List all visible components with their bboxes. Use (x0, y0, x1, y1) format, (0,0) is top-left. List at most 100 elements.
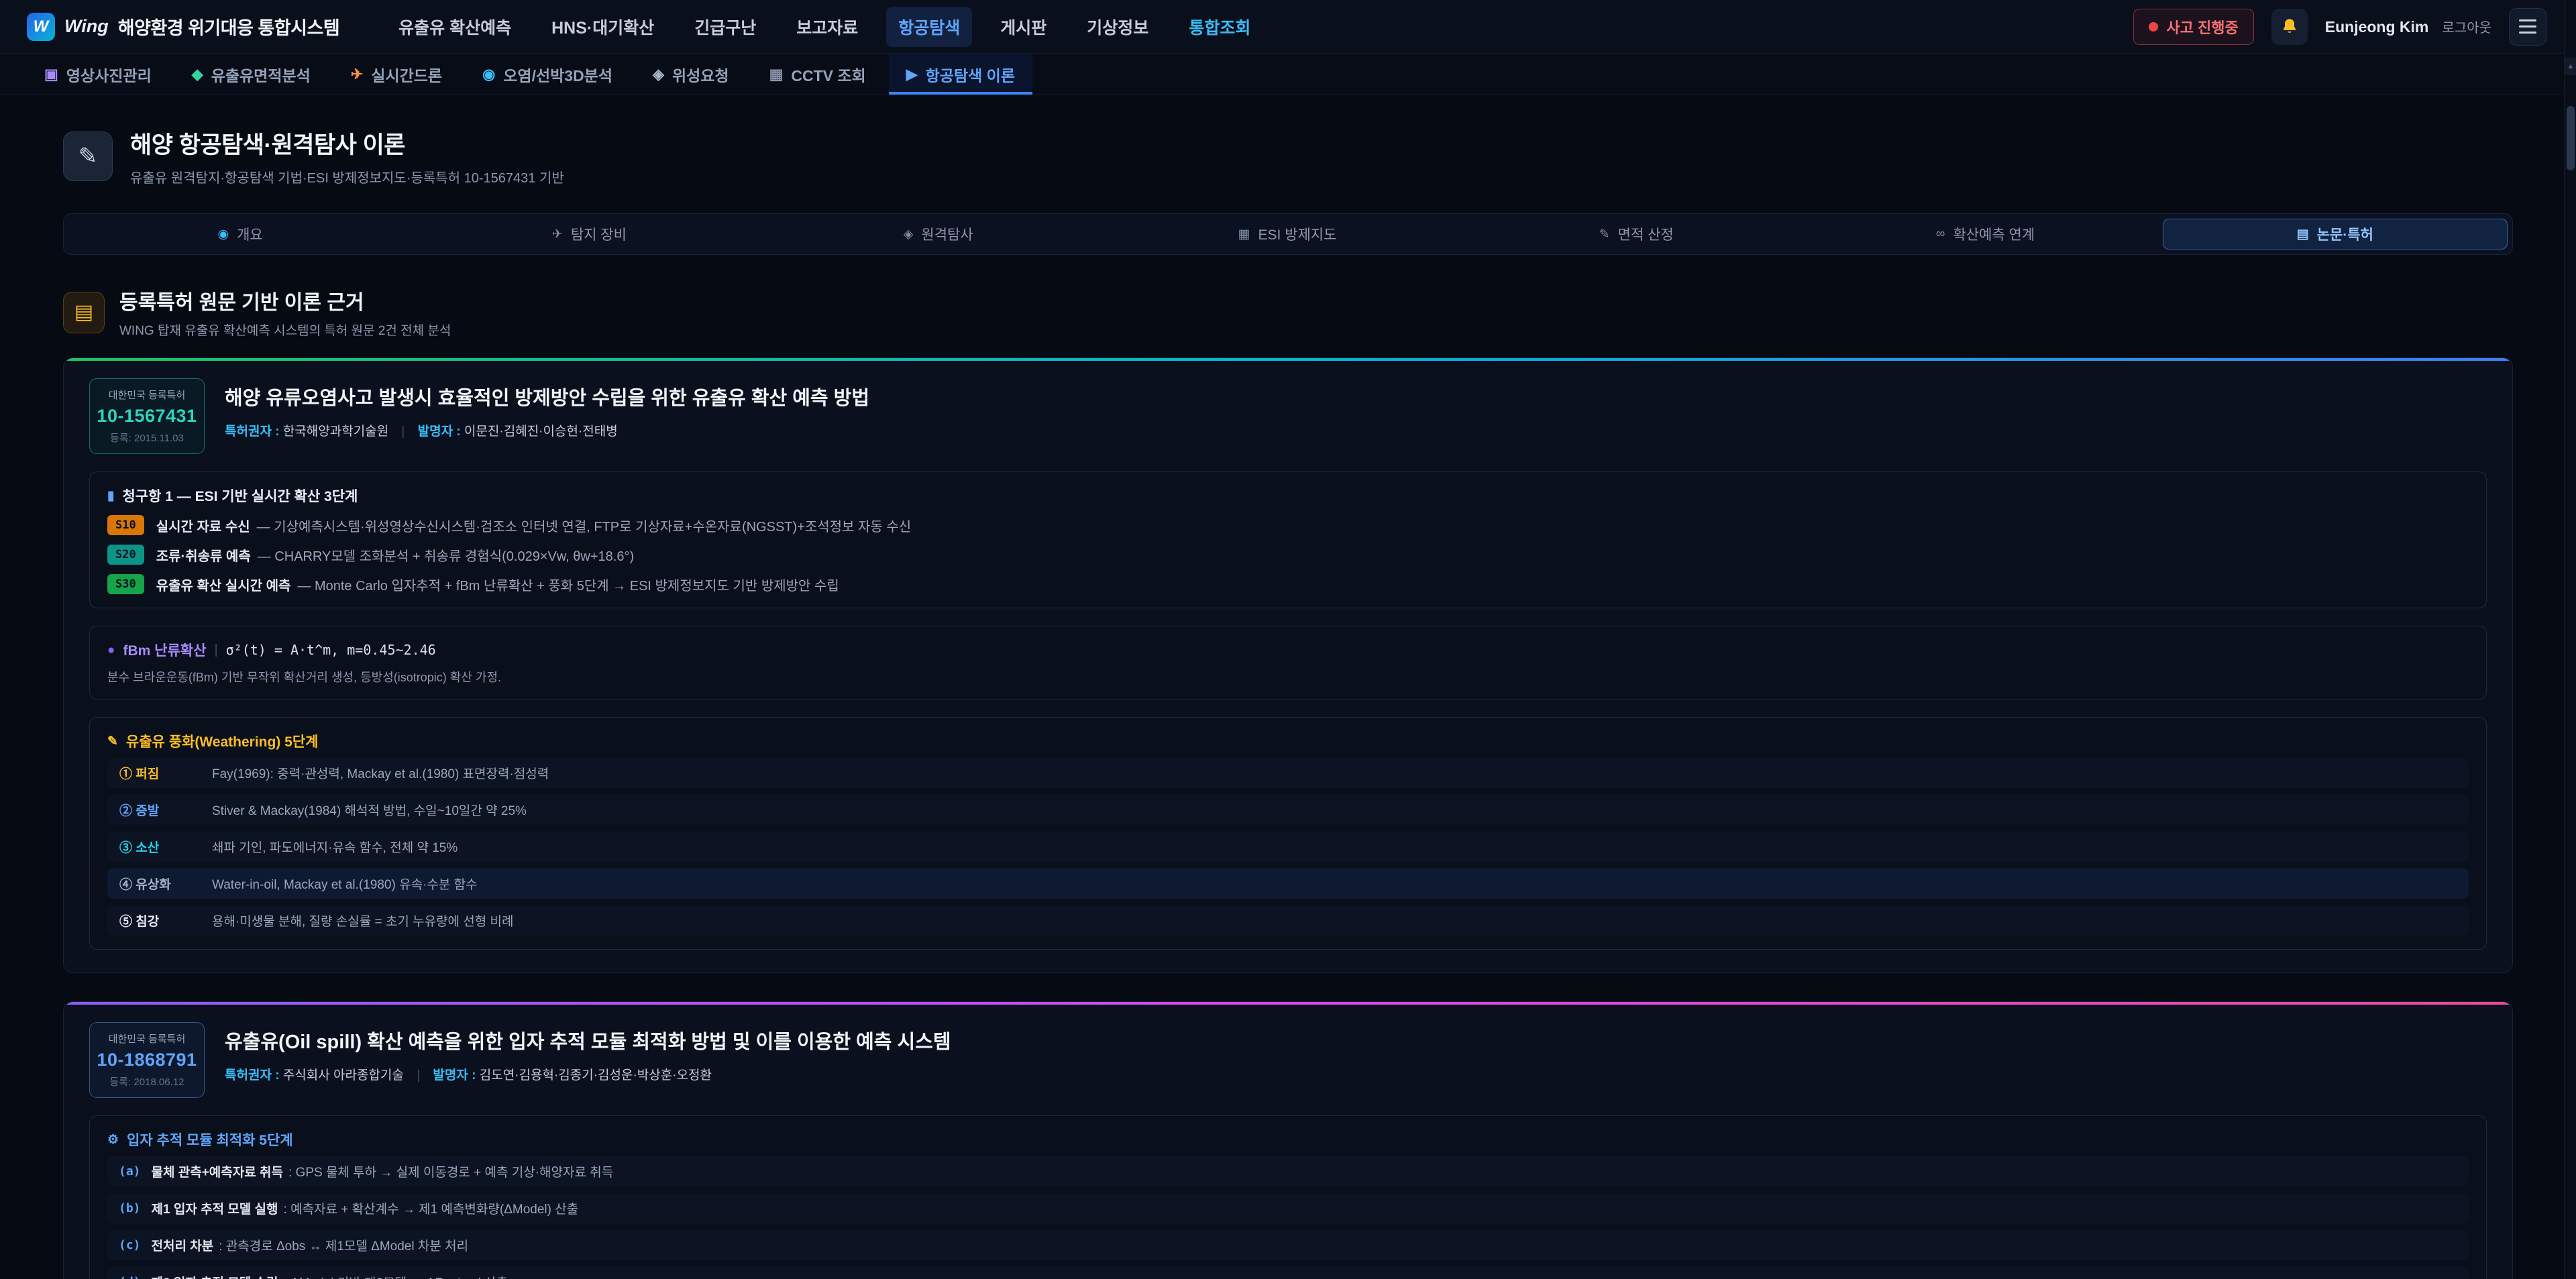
user-name: Eunjeong Kim (2325, 18, 2429, 36)
section-subtitle: WING 탑재 유출유 확산예측 시스템의 특허 원문 2건 전체 분석 (119, 321, 451, 339)
book-icon: ▤ (63, 292, 105, 333)
weathering-panel: ✎ 유출유 풍화(Weathering) 5단계 ① 퍼짐 Fay(1969):… (89, 717, 2487, 950)
nav-item-hns-dispersion[interactable]: HNS·대기확산 (539, 7, 666, 47)
subnav-item-aerial-search-theory[interactable]: ▶ 항공탐색 이론 (889, 54, 1032, 95)
logo[interactable]: W Wing 해양환경 위기대응 통합시스템 (27, 13, 339, 41)
main-content: ✎ 해양 항공탐색·원격탐사 이론 유출유 원격탐지·항공탐색 기법·ESI 방… (0, 95, 2576, 1279)
subnav-item-image-photo-management[interactable]: ▣ 영상사진관리 (27, 54, 169, 95)
patent-title: 해양 유류오염사고 발생시 효율적인 방제방안 수립을 위한 유출유 확산 예측… (225, 382, 869, 410)
tab-prediction-link[interactable]: ∞ 확산예측 연계 (1813, 219, 2157, 249)
page-subtitle: 유출유 원격탐지·항공탐색 기법·ESI 방제정보지도·등록특허 10-1567… (130, 167, 564, 186)
aircraft-icon: ✈ (552, 227, 563, 242)
nav-item-reports[interactable]: 보고자료 (784, 7, 870, 47)
tab-label: 논문·특허 (2317, 224, 2373, 244)
nav-item-integrated-search[interactable]: 통합조회 (1177, 7, 1263, 47)
navbar-right: 사고 진행중 Eunjeong Kim 로그아웃 (2133, 8, 2546, 46)
subnav-item-realtime-drone[interactable]: ✈ 실시간드론 (333, 54, 460, 95)
dot-icon: ● (107, 644, 115, 657)
subnav-item-pollution-ship-3d[interactable]: ◉ 오염/선박3D분석 (465, 54, 630, 95)
subnav-label: CCTV 조회 (791, 63, 865, 86)
subnav-label: 항공탐색 이론 (926, 63, 1015, 86)
optimization-steps-panel: ⚙ 입자 추적 모듈 최적화 5단계 (a) 물체 관측+예측자료 취득: GP… (89, 1115, 2487, 1279)
section-title: 등록특허 원문 기반 이론 근거 (119, 286, 451, 315)
weathering-row-spreading: ① 퍼짐 Fay(1969): 중력·관성력, Mackay et al.(19… (107, 758, 2469, 788)
sensor-icon: ◈ (904, 227, 914, 242)
subnav-item-oil-area-analysis[interactable]: ◆ 유출유면적분석 (174, 54, 328, 95)
logo-initial: W (34, 17, 49, 36)
sub-navbar: ▣ 영상사진관리 ◆ 유출유면적분석 ✈ 실시간드론 ◉ 오염/선박3D분석 ◈… (0, 54, 2576, 95)
link-icon: ∞ (1936, 227, 1945, 241)
scrollbar-thumb[interactable] (2567, 106, 2575, 170)
fbm-separator: | (214, 643, 217, 658)
nav-item-emergency-rescue[interactable]: 긴급구난 (682, 7, 768, 47)
subnav-item-cctv-view[interactable]: ▦ CCTV 조회 (752, 54, 883, 95)
step-badge-s20: S20 (107, 545, 144, 565)
pencil-icon: ✎ (1599, 227, 1610, 242)
document-icon: ▤ (2297, 227, 2309, 242)
scrollbar-up-arrow[interactable]: ▲ (2565, 58, 2576, 75)
claims-heading: ▮ 청구항 1 — ESI 기반 실시간 확산 3단계 (107, 486, 2469, 506)
fbm-name: fBm 난류확산 (123, 640, 206, 660)
page-scrollbar[interactable]: ▲ (2564, 0, 2576, 1279)
notification-bell-button[interactable] (2271, 9, 2308, 45)
logo-icon: W (27, 13, 55, 41)
paper-plane-icon: ▶ (906, 67, 918, 82)
menu-button[interactable] (2509, 8, 2546, 46)
status-dot-icon (2149, 22, 2158, 32)
meta-separator: | (401, 425, 405, 439)
subnav-label: 오염/선박3D분석 (503, 63, 612, 86)
patent-number-badge: 대한민국 등록특허 10-1567431 등록: 2015.11.03 (89, 378, 205, 454)
claims-panel: ▮ 청구항 1 — ESI 기반 실시간 확산 3단계 S10 실시간 자료 수… (89, 471, 2487, 608)
optimization-heading: ⚙ 입자 추적 모듈 최적화 5단계 (107, 1129, 2469, 1150)
tab-label: 탐지 장비 (571, 224, 627, 244)
tab-label: 면적 산정 (1618, 224, 1674, 244)
tab-label: 원격탐사 (921, 224, 973, 244)
patent-number-badge: 대한민국 등록특허 10-1868791 등록: 2018.06.12 (89, 1022, 205, 1098)
tab-label: ESI 방제지도 (1258, 224, 1336, 244)
patent-number: 10-1567431 (97, 406, 197, 427)
hamburger-icon (2519, 19, 2536, 34)
owner-value: 주식회사 아라종합기술 (283, 1068, 404, 1082)
tab-esi-map[interactable]: ▦ ESI 방제지도 (1116, 219, 1459, 249)
step-row-d: (d) 제2 입자 추적 모델 수립: ΔModel 기반 제2모델 → ΔRe… (107, 1267, 2469, 1279)
top-navbar: W Wing 해양환경 위기대응 통합시스템 유출유 확산예측 HNS·대기확산… (0, 0, 2576, 54)
tab-area-calculation[interactable]: ✎ 면적 산정 (1464, 219, 1808, 249)
incident-status-label: 사고 진행중 (2166, 16, 2238, 38)
logout-button[interactable]: 로그아웃 (2442, 17, 2491, 36)
nav-item-weather-info[interactable]: 기상정보 (1075, 7, 1161, 47)
tab-papers-patents[interactable]: ▤ 논문·특허 (2163, 219, 2508, 249)
bell-icon (2280, 17, 2299, 36)
claim-text: 유출유 확산 실시간 예측— Monte Carlo 입자추적 + fBm 난류… (156, 575, 839, 594)
nav-item-board[interactable]: 게시판 (988, 7, 1059, 47)
incident-status-badge[interactable]: 사고 진행중 (2133, 9, 2253, 45)
nav-item-aerial-search[interactable]: 항공탐색 (886, 7, 972, 47)
logo-text: Wing (64, 16, 109, 37)
drone-icon: ✈ (351, 67, 363, 82)
analysis-icon: ◆ (192, 67, 203, 82)
weathering-row-dispersion: ③ 소산 쇄파 기인, 파도에너지·유속 함수, 전체 약 15% (107, 832, 2469, 862)
subnav-label: 위성요청 (672, 63, 729, 86)
fbm-description: 분수 브라운운동(fBm) 기반 무작위 확산거리 생성, 등방성(isotro… (107, 668, 2469, 685)
subnav-label: 실시간드론 (371, 63, 442, 86)
fbm-heading: ● fBm 난류확산 | σ²(t) = A·t^m, m=0.45~2.46 (107, 640, 2469, 660)
page-header: ✎ 해양 항공탐색·원격탐사 이론 유출유 원격탐지·항공탐색 기법·ESI 방… (63, 126, 2513, 186)
step-row-b: (b) 제1 입자 추적 모델 실행: 예측자료 + 확산계수 → 제1 예측변… (107, 1193, 2469, 1223)
tab-remote-sensing[interactable]: ◈ 원격탐사 (767, 219, 1110, 249)
claim-text: 실시간 자료 수신— 기상예측시스템·위성영상수신시스템·검조소 인터넷 연결,… (156, 516, 911, 535)
claims-heading-text: 청구항 1 — ESI 기반 실시간 확산 3단계 (122, 486, 358, 506)
tab-overview[interactable]: ◉ 개요 (68, 219, 412, 249)
subnav-item-satellite-request[interactable]: ◈ 위성요청 (635, 54, 747, 95)
patent-head: 대한민국 등록특허 10-1868791 등록: 2018.06.12 유출유(… (89, 1022, 2487, 1098)
page-title: 해양 항공탐색·원격탐사 이론 (130, 126, 564, 160)
tab-detection-equipment[interactable]: ✈ 탐지 장비 (417, 219, 761, 249)
patent-country-label: 대한민국 등록특허 (97, 1032, 197, 1046)
ship-3d-icon: ◉ (482, 67, 495, 82)
section-header: ▤ 등록특허 원문 기반 이론 근거 WING 탑재 유출유 확산예측 시스템의… (63, 286, 2513, 339)
fbm-panel: ● fBm 난류확산 | σ²(t) = A·t^m, m=0.45~2.46 … (89, 626, 2487, 700)
weathering-row-sedimentation: ⑤ 침강 용해·미생물 분해, 질량 손실률 = 초기 누유량에 선형 비례 (107, 905, 2469, 936)
optimization-heading-text: 입자 추적 모듈 최적화 5단계 (127, 1129, 293, 1150)
patent-date: 등록: 2015.11.03 (97, 431, 197, 445)
nav-item-oil-spill-prediction[interactable]: 유출유 확산예측 (386, 7, 523, 47)
subnav-label: 영상사진관리 (66, 63, 152, 86)
inventor-label: 발명자 : (433, 1068, 476, 1082)
